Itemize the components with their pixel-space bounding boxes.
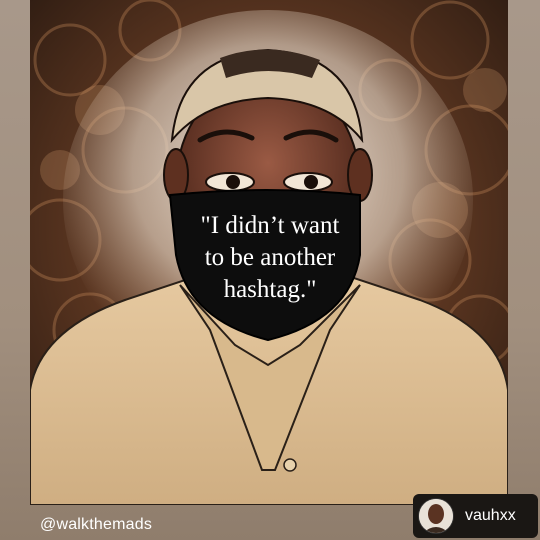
mask-quote: "I didn’t want to be another hashtag." [170,210,370,306]
mask-quote-line-2: to be another [204,244,336,271]
mask-quote-line-3: hashtag." [223,276,317,303]
repost-badge[interactable]: vauhxx [413,494,538,538]
artist-credit[interactable]: @walkthemads [40,516,152,534]
avatar[interactable] [419,499,453,533]
user-avatar-icon [419,499,453,533]
mask-quote-line-1: "I didn’t want [200,212,340,239]
post-frame: "I didn’t want to be another hashtag." @… [0,0,540,540]
repost-username[interactable]: vauhxx [465,507,516,525]
